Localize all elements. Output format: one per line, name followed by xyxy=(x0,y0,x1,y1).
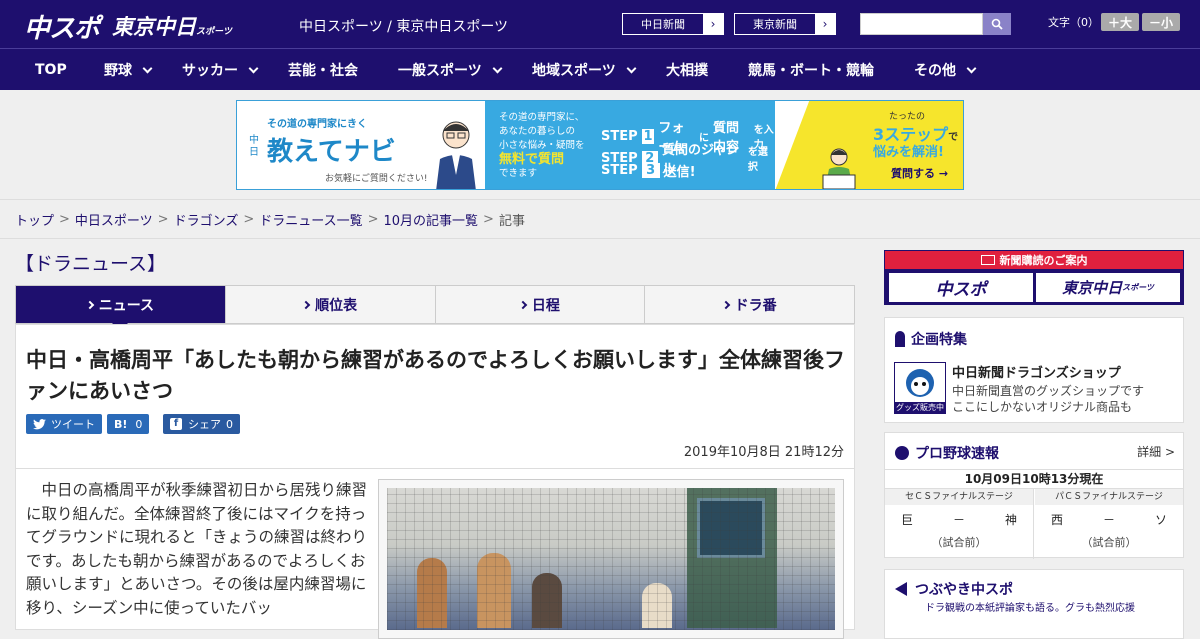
chevron-right-icon: › xyxy=(703,14,723,34)
font-bigger-button[interactable]: ＋大 xyxy=(1101,13,1139,31)
chevron-down-icon xyxy=(966,63,977,73)
hatena-icon: B! xyxy=(114,417,128,431)
search-icon xyxy=(991,18,1003,30)
person-laptop-illustration xyxy=(817,145,861,189)
tsubuyaki-chuspo-card[interactable]: つぶやき中スポ ドラ観戦の本紙評論家も語る。グラも熱烈応援 xyxy=(884,569,1184,639)
pro-baseball-scores-card: プロ野球速報 詳細 > 10月09日10時13分現在 セＣＳファイナルステージ … xyxy=(884,432,1184,559)
breadcrumb-current: 記事 xyxy=(498,213,525,229)
hatena-bookmark-button[interactable]: B! 0 xyxy=(107,414,150,434)
score-game-2[interactable]: パＣＳファイナルステージ 西－ソ （試合前） xyxy=(1035,489,1183,559)
article-photo-image xyxy=(387,488,835,630)
chevron-down-icon xyxy=(248,63,259,73)
goods-shop-thumbnail[interactable]: グッズ販売中 xyxy=(894,362,946,414)
chuspo-logo[interactable]: 中スポ xyxy=(24,8,100,45)
nav-general-sports[interactable]: 一般スポーツ xyxy=(398,49,503,91)
article: 中日・高橋周平「あしたも朝から練習があるのでよろしくお願いします」全体練習後ファ… xyxy=(15,324,855,639)
breadcrumb-chuspo[interactable]: 中日スポーツ xyxy=(75,210,153,229)
nav-other[interactable]: その他 xyxy=(914,49,977,91)
arrow-right-icon: → xyxy=(938,167,949,180)
nav-entertainment[interactable]: 芸能・社会 xyxy=(288,49,358,91)
breadcrumb-dragons[interactable]: ドラゴンズ xyxy=(174,210,239,229)
dragons-tabs: ニュース 順位表 日程 ドラ番 xyxy=(15,285,855,331)
facebook-icon: f xyxy=(170,418,182,430)
nav-baseball[interactable]: 野球 xyxy=(104,49,153,91)
site-header: 中スポ 東京中日スポーツ 中日スポーツ / 東京中日スポーツ 中日新聞 › 東京… xyxy=(0,0,1200,48)
chevron-right-icon xyxy=(721,300,730,309)
nav-sumo[interactable]: 大相撲 xyxy=(666,49,708,91)
article-body: 中日の高橋周平が秋季練習初日から居残り練習に取り組んだ。全体練習終了後にはマイク… xyxy=(26,481,368,617)
chunichi-shimbun-link[interactable]: 中日新聞 › xyxy=(622,13,724,35)
chevron-down-icon xyxy=(492,63,503,73)
chevron-down-icon xyxy=(626,63,637,73)
baseball-icon xyxy=(895,446,909,460)
scores-detail-link[interactable]: 詳細 > xyxy=(1137,443,1175,460)
tokyo-shimbun-link[interactable]: 東京新聞 › xyxy=(734,13,836,35)
tab-standings[interactable]: 順位表 xyxy=(226,286,436,323)
shop-title[interactable]: 中日新聞ドラゴンズショップ xyxy=(952,362,1121,381)
newspaper-icon xyxy=(980,255,995,265)
chevron-down-icon xyxy=(142,63,153,73)
score-game-1[interactable]: セＣＳファイナルステージ 巨－神 （試合前） xyxy=(885,489,1034,559)
tokyo-chunichi-logo[interactable]: 東京中日スポーツ xyxy=(112,11,232,41)
chevron-right-icon xyxy=(85,300,94,309)
special-feature-card: 企画特集 グッズ販売中 中日新聞ドラゴンズショップ 中日新聞直営のグッズショップ… xyxy=(884,317,1184,423)
breadcrumb-october-list[interactable]: 10月の記事一覧 xyxy=(384,210,479,229)
banner-left: その道の専門家にきく 中日 教えてナビ お気軽にご質問ください! xyxy=(237,101,485,189)
font-size-label: 文字（0） xyxy=(1048,16,1099,29)
tab-news[interactable]: ニュース xyxy=(16,286,226,331)
main-nav: TOP 野球 サッカー 芸能・社会 一般スポーツ 地域スポーツ 大相撲 競馬・ボ… xyxy=(0,48,1200,90)
chevron-right-icon: › xyxy=(815,14,835,34)
ribbon-icon xyxy=(895,331,905,347)
site-names: 中日スポーツ / 東京中日スポーツ xyxy=(299,19,509,35)
tab-doraban[interactable]: ドラ番 xyxy=(645,286,854,323)
subscribe-tokyo-chunichi-button[interactable]: 東京中日 スポーツ xyxy=(1036,273,1180,302)
megaphone-icon xyxy=(895,582,907,596)
subscribe-chuspo-button[interactable]: 中スポ xyxy=(889,273,1033,302)
oshiete-navi-banner[interactable]: その道の専門家にきく 中日 教えてナビ お気軽にご質問ください! その道の専門家… xyxy=(236,100,964,190)
tab-schedule[interactable]: 日程 xyxy=(436,286,646,323)
nav-soccer[interactable]: サッカー xyxy=(182,49,259,91)
section-title: 【ドラニュース】 xyxy=(15,253,167,275)
nav-racing[interactable]: 競馬・ボート・競輪 xyxy=(748,49,874,91)
banner-middle: その道の専門家に、 あなたの暮らしの 小さな悩み・疑問を 無料で質問 できます … xyxy=(485,101,775,189)
breadcrumb: トップ > 中日スポーツ > ドラゴンズ > ドラニュース一覧 > 10月の記事一覧 > … xyxy=(0,200,1200,239)
chevron-right-icon xyxy=(301,300,311,309)
breadcrumb-dranews-list[interactable]: ドラニュース一覧 xyxy=(259,210,362,229)
fence-net xyxy=(387,488,835,630)
divider xyxy=(16,468,854,469)
ad-banner-area: その道の専門家にきく 中日 教えてナビ お気軽にご質問ください! その道の専門家… xyxy=(0,90,1200,200)
article-date: 2019年10月8日 21時12分 xyxy=(683,445,844,460)
search-input[interactable] xyxy=(860,13,983,35)
tweet-button[interactable]: ツイート xyxy=(26,414,102,434)
nav-local-sports[interactable]: 地域スポーツ xyxy=(532,49,637,91)
dragons-mascot-icon xyxy=(906,369,934,397)
article-headline: 中日・高橋周平「あしたも朝から練習があるのでよろしくお願いします」全体練習後ファ… xyxy=(26,348,845,403)
facebook-share-button[interactable]: f シェア 0 xyxy=(163,414,240,434)
main-content: 【ドラニュース】 ニュース 順位表 日程 ドラ番 中日・高橋周平「あしたも朝から… xyxy=(0,239,1200,639)
twitter-icon xyxy=(33,418,46,429)
search-button[interactable] xyxy=(983,13,1011,35)
nav-top[interactable]: TOP xyxy=(35,49,67,91)
subscription-box: 新聞購読のご案内 中スポ 東京中日 スポーツ xyxy=(884,250,1184,305)
article-photo[interactable] xyxy=(378,479,844,639)
chevron-right-icon xyxy=(518,300,528,309)
ask-button[interactable]: 質問する → xyxy=(891,165,948,181)
breadcrumb-top[interactable]: トップ xyxy=(15,210,54,229)
font-smaller-button[interactable]: －小 xyxy=(1142,13,1180,31)
advisor-illustration xyxy=(436,121,476,189)
